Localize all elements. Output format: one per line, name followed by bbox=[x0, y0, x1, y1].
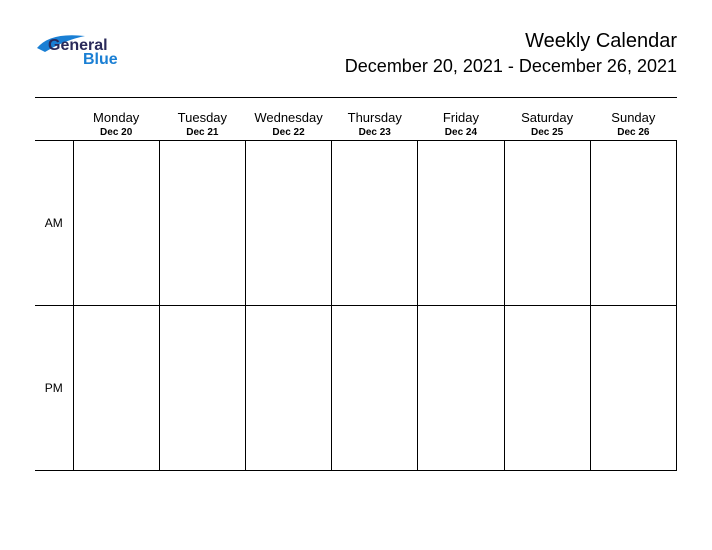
page-title: Weekly Calendar bbox=[345, 30, 677, 53]
slot-pm-wed bbox=[245, 306, 331, 471]
period-label-am: AM bbox=[35, 141, 73, 306]
slot-pm-sat bbox=[504, 306, 590, 471]
day-date: Dec 24 bbox=[418, 127, 504, 138]
day-date: Dec 25 bbox=[504, 127, 590, 138]
day-header-fri: Friday Dec 24 bbox=[418, 106, 504, 141]
header-divider bbox=[35, 97, 677, 98]
slot-pm-sun bbox=[590, 306, 676, 471]
day-name: Saturday bbox=[504, 110, 590, 125]
slot-am-mon bbox=[73, 141, 159, 306]
pm-row: PM bbox=[35, 306, 677, 471]
header: General Blue Weekly Calendar December 20… bbox=[35, 30, 677, 77]
slot-pm-thu bbox=[332, 306, 418, 471]
slot-am-fri bbox=[418, 141, 504, 306]
day-name: Monday bbox=[73, 110, 159, 125]
period-label-pm: PM bbox=[35, 306, 73, 471]
day-name: Thursday bbox=[332, 110, 418, 125]
header-spacer bbox=[35, 106, 73, 141]
day-name: Sunday bbox=[590, 110, 676, 125]
slot-am-tue bbox=[159, 141, 245, 306]
title-block: Weekly Calendar December 20, 2021 - Dece… bbox=[345, 30, 677, 77]
day-date: Dec 26 bbox=[590, 127, 676, 138]
day-name: Friday bbox=[418, 110, 504, 125]
logo: General Blue bbox=[35, 30, 135, 66]
day-header-tue: Tuesday Dec 21 bbox=[159, 106, 245, 141]
logo-text-blue: Blue bbox=[83, 51, 118, 66]
calendar-table: Monday Dec 20 Tuesday Dec 21 Wednesday D… bbox=[35, 106, 677, 471]
date-range: December 20, 2021 - December 26, 2021 bbox=[345, 56, 677, 77]
slot-am-wed bbox=[245, 141, 331, 306]
slot-am-sun bbox=[590, 141, 676, 306]
day-date: Dec 22 bbox=[245, 127, 331, 138]
slot-pm-tue bbox=[159, 306, 245, 471]
day-name: Tuesday bbox=[159, 110, 245, 125]
day-date: Dec 20 bbox=[73, 127, 159, 138]
day-date: Dec 23 bbox=[332, 127, 418, 138]
slot-am-thu bbox=[332, 141, 418, 306]
slot-am-sat bbox=[504, 141, 590, 306]
day-name: Wednesday bbox=[245, 110, 331, 125]
day-header-mon: Monday Dec 20 bbox=[73, 106, 159, 141]
am-row: AM bbox=[35, 141, 677, 306]
day-date: Dec 21 bbox=[159, 127, 245, 138]
day-header-wed: Wednesday Dec 22 bbox=[245, 106, 331, 141]
day-header-sat: Saturday Dec 25 bbox=[504, 106, 590, 141]
slot-pm-mon bbox=[73, 306, 159, 471]
day-header-sun: Sunday Dec 26 bbox=[590, 106, 676, 141]
logo-swoosh-icon: General Blue bbox=[35, 30, 135, 66]
day-header-thu: Thursday Dec 23 bbox=[332, 106, 418, 141]
day-header-row: Monday Dec 20 Tuesday Dec 21 Wednesday D… bbox=[35, 106, 677, 141]
slot-pm-fri bbox=[418, 306, 504, 471]
